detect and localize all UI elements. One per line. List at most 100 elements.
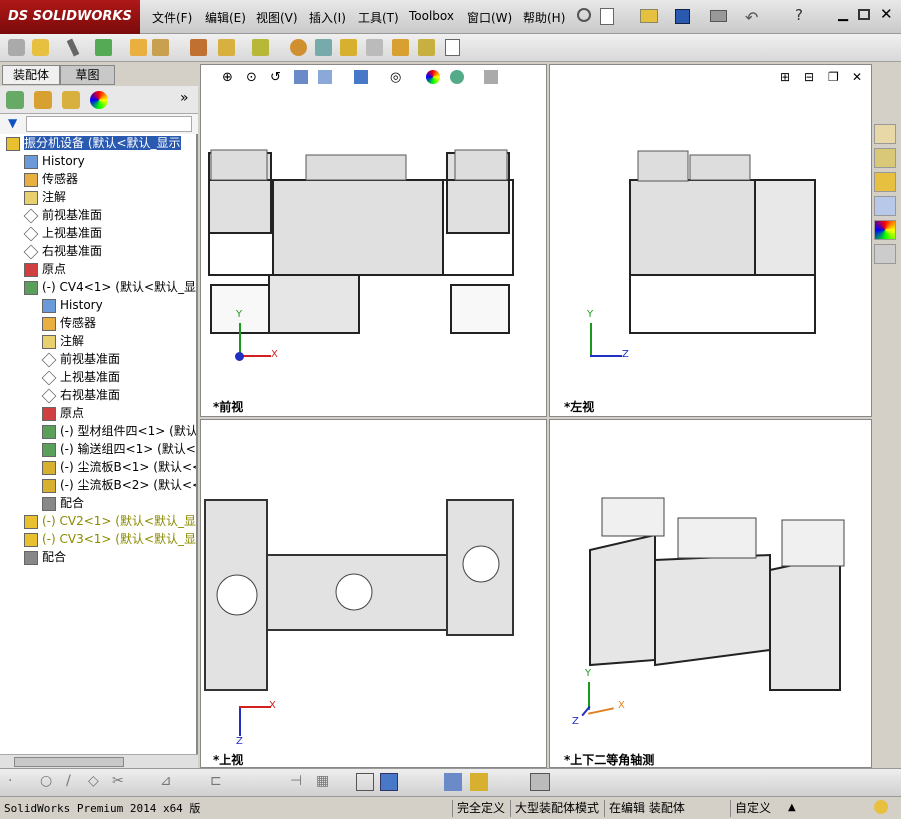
view-settings-icon[interactable] — [484, 70, 498, 84]
explode-line-icon[interactable] — [366, 39, 383, 56]
point-icon[interactable]: · — [8, 773, 12, 789]
line-icon[interactable]: / — [66, 773, 71, 789]
tree-item[interactable]: 前视基准面 — [41, 350, 120, 368]
grid-icon[interactable]: ▦ — [316, 773, 329, 789]
show-hidden-icon[interactable] — [190, 39, 207, 56]
print-icon[interactable] — [710, 10, 727, 22]
exploded-view-icon[interactable] — [340, 39, 357, 56]
insert-component-icon[interactable] — [8, 39, 25, 56]
help-icon[interactable]: ? — [795, 6, 803, 24]
expand-panel-icon[interactable]: » — [180, 90, 189, 106]
assembly-feature-icon[interactable] — [218, 39, 235, 56]
viewport-isometric[interactable]: Y X Z *上下二等角轴测 — [549, 419, 872, 768]
bill-of-materials-icon[interactable] — [315, 39, 332, 56]
mate-icon[interactable] — [32, 39, 49, 56]
tree-item[interactable]: (-) 输送组四<1> (默认< — [42, 440, 196, 458]
tree-item[interactable]: History — [42, 296, 103, 314]
tree-item[interactable]: 右视基准面 — [23, 242, 102, 260]
viewport-top[interactable]: X Z *上视 — [200, 419, 547, 768]
configuration-manager-icon[interactable] — [62, 91, 80, 109]
tab-assembly[interactable]: 装配体 — [2, 65, 60, 85]
section-view-icon[interactable] — [294, 70, 308, 84]
undo-icon[interactable]: ↶ — [745, 8, 758, 27]
pin-tool-icon[interactable] — [66, 38, 80, 57]
pin-icon[interactable] — [577, 8, 591, 22]
measure-icon[interactable] — [470, 773, 488, 791]
resources-icon[interactable] — [874, 148, 896, 168]
shaded-icon[interactable] — [380, 773, 398, 791]
zoom-area-icon[interactable]: ⊙ — [246, 70, 257, 85]
maximize-icon[interactable] — [858, 9, 870, 20]
viewport-front[interactable]: Y X *前视 — [200, 64, 547, 417]
tree-item[interactable]: (-) 尘流板B<2> (默认<< — [42, 476, 196, 494]
close-view-icon[interactable]: ✕ — [852, 70, 862, 84]
tree-item[interactable]: (-) CV3<1> (默认<默认_显 — [24, 530, 196, 548]
offset-icon[interactable]: ⊏ — [210, 773, 222, 789]
home-icon[interactable] — [874, 124, 896, 144]
filter-input[interactable] — [26, 116, 192, 132]
restore-view-icon[interactable]: ❐ — [828, 70, 839, 84]
wireframe-icon[interactable] — [356, 773, 374, 791]
save-icon[interactable] — [675, 9, 690, 24]
zoom-fit-icon[interactable]: ⊕ — [222, 70, 233, 85]
polygon-icon[interactable]: ◇ — [88, 773, 99, 789]
custom-properties-icon[interactable] — [874, 244, 896, 264]
split-vertical-icon[interactable]: ⊞ — [780, 70, 790, 84]
view-orientation-icon[interactable] — [318, 70, 332, 84]
filter-icon[interactable]: ▼ — [8, 116, 17, 130]
close-icon[interactable]: ✕ — [880, 5, 893, 23]
new-document-icon[interactable] — [600, 8, 614, 25]
rebuild-icon[interactable] — [874, 800, 888, 814]
scrollbar-thumb[interactable] — [14, 757, 124, 767]
minimize-icon[interactable]: ▁ — [838, 7, 848, 22]
open-folder-icon[interactable] — [640, 9, 658, 23]
property-manager-icon[interactable] — [34, 91, 52, 109]
appearances-icon[interactable] — [874, 220, 896, 240]
units-dropdown-icon[interactable]: ▲ — [788, 802, 796, 813]
menu-tools[interactable]: 工具(T) — [358, 9, 399, 26]
split-horizontal-icon[interactable]: ⊟ — [804, 70, 814, 84]
tree-item[interactable]: 原点 — [24, 260, 66, 278]
viewport-left[interactable]: Y Z *左视 — [549, 64, 872, 417]
new-motion-study-icon[interactable] — [290, 39, 307, 56]
tree-item[interactable]: 传感器 — [24, 170, 78, 188]
smart-fasteners-icon[interactable] — [130, 39, 147, 56]
menu-window[interactable]: 窗口(W) — [467, 9, 512, 26]
display-manager-icon[interactable] — [90, 91, 108, 109]
section-icon[interactable] — [444, 773, 462, 791]
mirror-icon[interactable]: ⊿ — [160, 773, 172, 789]
table-icon[interactable] — [530, 773, 550, 791]
tree-item[interactable]: (-) CV2<1> (默认<默认_显 — [24, 512, 196, 530]
tree-item[interactable]: (-) 尘流板B<1> (默认<< — [42, 458, 196, 476]
tree-item[interactable]: 注解 — [24, 188, 66, 206]
menu-view[interactable]: 视图(V) — [256, 9, 298, 26]
menu-file[interactable]: 文件(F) — [152, 9, 192, 26]
tab-sketch[interactable]: 草图 — [60, 65, 115, 85]
tree-item[interactable]: 振分机设备 (默认<默认_显示 — [6, 134, 181, 152]
linear-pattern-icon[interactable] — [95, 39, 112, 56]
tree-item[interactable]: History — [24, 152, 85, 170]
dimension-icon[interactable]: ⊣ — [290, 773, 302, 789]
clearance-verification-icon[interactable] — [418, 39, 435, 56]
tree-item[interactable]: 右视基准面 — [41, 386, 120, 404]
view-palette-icon[interactable] — [874, 196, 896, 216]
previous-view-icon[interactable]: ↺ — [270, 70, 281, 85]
trim-icon[interactable]: ✂ — [112, 773, 124, 789]
scene-icon[interactable] — [450, 70, 464, 84]
tree-item[interactable]: 上视基准面 — [23, 224, 102, 242]
menu-toolbox[interactable]: Toolbox — [409, 9, 454, 23]
menu-edit[interactable]: 编辑(E) — [205, 9, 246, 26]
tree-item[interactable]: 配合 — [24, 548, 66, 566]
tree-item[interactable]: 配合 — [42, 494, 84, 512]
file-explorer-icon[interactable] — [874, 172, 896, 192]
panel-horizontal-scrollbar[interactable] — [0, 754, 198, 768]
tree-item[interactable]: (-) CV4<1> (默认<默认_显示 — [24, 278, 196, 296]
menu-insert[interactable]: 插入(I) — [309, 9, 346, 26]
circle-icon[interactable]: ○ — [40, 773, 52, 789]
display-style-icon[interactable] — [354, 70, 368, 84]
menu-help[interactable]: 帮助(H) — [523, 9, 565, 26]
tree-item[interactable]: 前视基准面 — [23, 206, 102, 224]
interference-detection-icon[interactable] — [392, 39, 409, 56]
tree-item[interactable]: 注解 — [42, 332, 84, 350]
reference-geometry-icon[interactable] — [252, 39, 269, 56]
